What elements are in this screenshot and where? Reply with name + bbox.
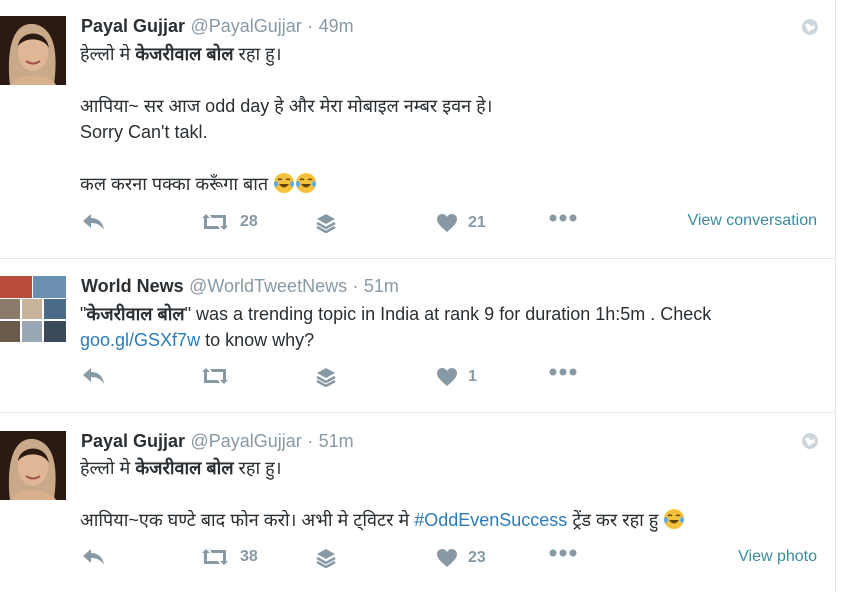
avatar[interactable] xyxy=(0,431,66,500)
more-button[interactable] xyxy=(548,548,578,558)
separator-dot: · xyxy=(307,431,314,451)
stack-button[interactable] xyxy=(316,213,336,233)
more-button[interactable] xyxy=(548,367,578,377)
tweet-actions: 38 23 xyxy=(80,548,577,578)
more-icon xyxy=(549,549,577,557)
tweet-text: "केजरीवाल बोल" was a trending topic in I… xyxy=(80,301,825,353)
timestamp[interactable]: 51m xyxy=(319,431,354,451)
timestamp[interactable]: 49m xyxy=(319,16,354,36)
laugh-cry-emoji xyxy=(274,173,295,193)
reply-button[interactable] xyxy=(82,548,106,566)
timestamp[interactable]: 51m xyxy=(364,276,399,296)
text-line: Sorry Can't takl. xyxy=(80,122,208,142)
reply-icon xyxy=(83,368,104,384)
text-segment: रहा हु। xyxy=(233,44,282,64)
stack-button[interactable] xyxy=(316,367,336,387)
text-segment: ट्रेंड कर रहा हु xyxy=(567,510,664,530)
laugh-cry-emoji xyxy=(664,509,685,529)
username[interactable]: @PayalGujjar xyxy=(190,431,301,451)
stack-icon xyxy=(316,368,336,387)
retweet-count: 28 xyxy=(240,213,258,230)
like-button[interactable]: 23 xyxy=(436,548,486,568)
separator-dot: · xyxy=(307,16,314,36)
text-segment: to know why? xyxy=(200,330,315,350)
globe-icon[interactable] xyxy=(801,432,819,450)
like-count: 21 xyxy=(468,214,486,231)
avatar[interactable] xyxy=(0,276,66,342)
like-button[interactable]: 21 xyxy=(436,213,486,233)
more-button[interactable] xyxy=(548,213,578,223)
view-conversation-link[interactable]: View conversation xyxy=(687,212,817,230)
text-segment: हेल्लो मे xyxy=(80,44,136,64)
bold-text: केजरीवाल बोल xyxy=(135,458,234,478)
tweet-text: हेल्लो मे केजरीवाल बोल रहा हु। आपिया~ सर… xyxy=(80,41,492,197)
reply-icon xyxy=(83,214,104,230)
tweet-actions: 28 21 xyxy=(80,213,577,243)
tweet-actions: 1 xyxy=(80,367,577,397)
retweet-button[interactable] xyxy=(200,367,230,385)
text-segment: आपिया~एक घण्टे बाद फोन करो। अभी मे ट्विट… xyxy=(80,510,415,530)
view-photo-link[interactable]: View photo xyxy=(738,548,817,566)
reply-button[interactable] xyxy=(82,213,106,231)
text-segment: हेल्लो मे xyxy=(80,458,136,478)
retweet-button[interactable]: 28 xyxy=(200,213,258,231)
tweet-header: Payal Gujjar @PayalGujjar · 51m xyxy=(81,431,354,452)
like-count: 1 xyxy=(468,368,477,385)
heart-icon xyxy=(437,214,457,232)
tweet-header: World News @WorldTweetNews · 51m xyxy=(81,276,399,297)
tweet-header: Payal Gujjar @PayalGujjar · 49m xyxy=(81,16,354,37)
laugh-cry-emoji xyxy=(296,173,317,193)
reply-icon xyxy=(83,549,104,565)
username[interactable]: @PayalGujjar xyxy=(190,16,301,36)
text-line: आपिया~ सर आज odd day हे और मेरा मोबाइल न… xyxy=(80,96,493,116)
stack-icon xyxy=(316,549,336,568)
text-line: कल करना पक्का करूँगा बात xyxy=(80,174,274,194)
display-name[interactable]: Payal Gujjar xyxy=(81,16,185,36)
globe-icon[interactable] xyxy=(801,18,819,36)
more-icon xyxy=(549,368,577,376)
heart-icon xyxy=(437,549,457,567)
tweet-3[interactable]: Payal Gujjar @PayalGujjar · 51m हेल्लो म… xyxy=(0,413,835,592)
tweet-1[interactable]: Payal Gujjar @PayalGujjar · 49m हेल्लो म… xyxy=(0,0,835,259)
retweet-icon xyxy=(202,214,228,230)
timeline: Payal Gujjar @PayalGujjar · 49m हेल्लो म… xyxy=(0,0,836,592)
retweet-button[interactable]: 38 xyxy=(200,548,258,566)
more-icon xyxy=(549,214,577,222)
text-segment: रहा हु। xyxy=(233,458,282,478)
bold-text: केजरीवाल बोल xyxy=(86,304,185,324)
username[interactable]: @WorldTweetNews xyxy=(189,276,347,296)
display-name[interactable]: World News xyxy=(81,276,184,296)
display-name[interactable]: Payal Gujjar xyxy=(81,431,185,451)
stack-icon xyxy=(316,214,336,233)
hashtag-link[interactable]: #OddEvenSuccess xyxy=(414,510,567,530)
retweet-count: 38 xyxy=(240,548,258,565)
retweet-icon xyxy=(202,549,228,565)
bold-text: केजरीवाल बोल xyxy=(135,44,234,64)
tweet-text: हेल्लो मे केजरीवाल बोल रहा हु। आपिया~एक … xyxy=(80,455,685,533)
tweet-2[interactable]: World News @WorldTweetNews · 51m "केजरीव… xyxy=(0,259,835,413)
reply-button[interactable] xyxy=(82,367,106,385)
text-segment: " was a trending topic in India at rank … xyxy=(184,304,712,324)
heart-icon xyxy=(437,368,457,386)
separator-dot: · xyxy=(352,276,359,296)
like-button[interactable]: 1 xyxy=(436,367,477,387)
avatar[interactable] xyxy=(0,16,66,85)
like-count: 23 xyxy=(468,549,486,566)
tweet-link[interactable]: goo.gl/GSXf7w xyxy=(80,330,200,350)
stack-button[interactable] xyxy=(316,548,336,568)
retweet-icon xyxy=(202,368,228,384)
